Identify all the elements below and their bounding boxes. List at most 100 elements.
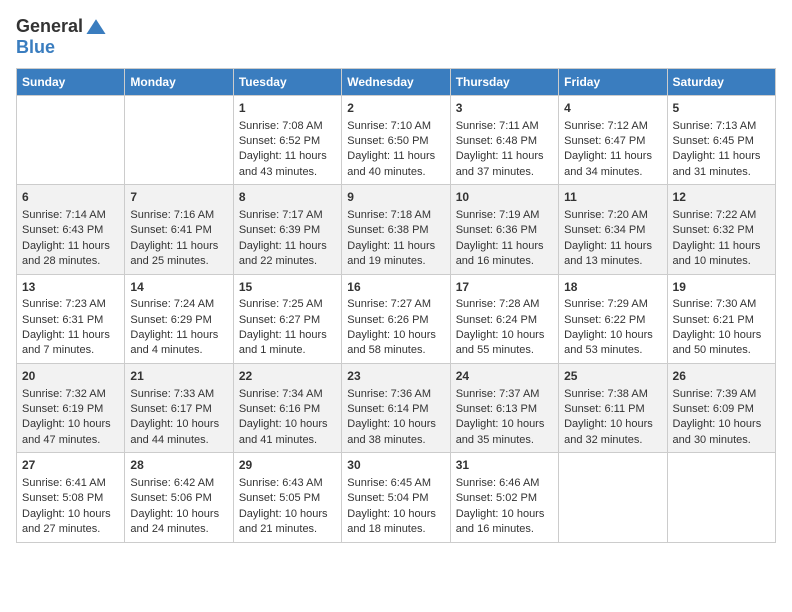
day-info: Sunrise: 7:24 AM	[130, 297, 227, 312]
day-info: Daylight: 10 hours and 55 minutes.	[456, 328, 553, 359]
day-info: Sunrise: 7:27 AM	[347, 297, 444, 312]
day-number: 19	[673, 279, 770, 296]
day-info: Sunset: 6:38 PM	[347, 223, 444, 238]
calendar-cell: 16Sunrise: 7:27 AMSunset: 6:26 PMDayligh…	[342, 274, 450, 363]
day-number: 18	[564, 279, 661, 296]
day-info: Daylight: 11 hours and 22 minutes.	[239, 239, 336, 270]
day-number: 2	[347, 100, 444, 117]
day-info: Sunrise: 7:08 AM	[239, 119, 336, 134]
day-info: Daylight: 11 hours and 31 minutes.	[673, 149, 770, 180]
day-number: 9	[347, 189, 444, 206]
day-info: Daylight: 11 hours and 40 minutes.	[347, 149, 444, 180]
day-info: Sunrise: 7:10 AM	[347, 119, 444, 134]
calendar-cell	[17, 95, 125, 184]
day-info: Sunrise: 7:23 AM	[22, 297, 119, 312]
day-number: 12	[673, 189, 770, 206]
day-info: Sunrise: 7:37 AM	[456, 387, 553, 402]
day-info: Sunset: 6:45 PM	[673, 134, 770, 149]
day-info: Sunrise: 7:17 AM	[239, 208, 336, 223]
calendar-cell: 20Sunrise: 7:32 AMSunset: 6:19 PMDayligh…	[17, 363, 125, 452]
day-header-tuesday: Tuesday	[233, 68, 341, 95]
day-info: Sunset: 6:47 PM	[564, 134, 661, 149]
day-number: 1	[239, 100, 336, 117]
calendar-cell: 25Sunrise: 7:38 AMSunset: 6:11 PMDayligh…	[559, 363, 667, 452]
day-info: Sunrise: 6:42 AM	[130, 476, 227, 491]
day-number: 4	[564, 100, 661, 117]
day-info: Daylight: 10 hours and 16 minutes.	[456, 507, 553, 538]
calendar-cell	[667, 453, 775, 542]
day-info: Daylight: 10 hours and 24 minutes.	[130, 507, 227, 538]
day-info: Sunrise: 7:32 AM	[22, 387, 119, 402]
day-number: 21	[130, 368, 227, 385]
day-number: 6	[22, 189, 119, 206]
calendar-cell: 8Sunrise: 7:17 AMSunset: 6:39 PMDaylight…	[233, 185, 341, 274]
day-info: Daylight: 11 hours and 1 minute.	[239, 328, 336, 359]
day-number: 23	[347, 368, 444, 385]
day-info: Sunrise: 7:38 AM	[564, 387, 661, 402]
calendar-cell: 1Sunrise: 7:08 AMSunset: 6:52 PMDaylight…	[233, 95, 341, 184]
day-info: Sunset: 5:05 PM	[239, 491, 336, 506]
calendar-cell: 6Sunrise: 7:14 AMSunset: 6:43 PMDaylight…	[17, 185, 125, 274]
calendar-cell: 29Sunrise: 6:43 AMSunset: 5:05 PMDayligh…	[233, 453, 341, 542]
logo: GeneralBlue	[16, 16, 107, 58]
calendar-cell: 15Sunrise: 7:25 AMSunset: 6:27 PMDayligh…	[233, 274, 341, 363]
calendar-cell: 13Sunrise: 7:23 AMSunset: 6:31 PMDayligh…	[17, 274, 125, 363]
day-info: Daylight: 10 hours and 38 minutes.	[347, 417, 444, 448]
calendar-cell: 9 Sunrise: 7:18 AMSunset: 6:38 PMDaylight…	[342, 185, 450, 274]
day-info: Daylight: 10 hours and 32 minutes.	[564, 417, 661, 448]
calendar-cell: 10Sunrise: 7:19 AMSunset: 6:36 PMDayligh…	[450, 185, 558, 274]
day-info: Sunset: 6:39 PM	[239, 223, 336, 238]
day-info: Daylight: 10 hours and 58 minutes.	[347, 328, 444, 359]
day-info: Sunset: 6:41 PM	[130, 223, 227, 238]
calendar-cell: 23 Sunrise: 7:36 AMSunset: 6:14 PMDayligh…	[342, 363, 450, 452]
day-info: Sunrise: 7:33 AM	[130, 387, 227, 402]
day-info: Daylight: 11 hours and 10 minutes.	[673, 239, 770, 270]
day-info: Sunrise: 7:14 AM	[22, 208, 119, 223]
day-number: 22	[239, 368, 336, 385]
day-info: Sunset: 5:02 PM	[456, 491, 553, 506]
day-number: 7	[130, 189, 227, 206]
day-info: Sunset: 6:09 PM	[673, 402, 770, 417]
day-info: Daylight: 11 hours and 37 minutes.	[456, 149, 553, 180]
day-info: Daylight: 11 hours and 19 minutes.	[347, 239, 444, 270]
calendar-cell: 4Sunrise: 7:12 AMSunset: 6:47 PMDaylight…	[559, 95, 667, 184]
day-header-monday: Monday	[125, 68, 233, 95]
day-header-wednesday: Wednesday	[342, 68, 450, 95]
day-info: Sunset: 6:27 PM	[239, 313, 336, 328]
day-info: Sunrise: 7:36 AM	[347, 387, 444, 402]
day-info: Sunrise: 7:34 AM	[239, 387, 336, 402]
calendar-cell: 5Sunrise: 7:13 AMSunset: 6:45 PMDaylight…	[667, 95, 775, 184]
logo-text: GeneralBlue	[16, 16, 107, 58]
day-info: Sunset: 6:43 PM	[22, 223, 119, 238]
day-info: Daylight: 10 hours and 30 minutes.	[673, 417, 770, 448]
day-number: 28	[130, 457, 227, 474]
day-info: Sunrise: 7:39 AM	[673, 387, 770, 402]
calendar-cell: 12Sunrise: 7:22 AMSunset: 6:32 PMDayligh…	[667, 185, 775, 274]
day-info: Sunrise: 7:18 AM	[347, 208, 444, 223]
day-info: Sunset: 6:16 PM	[239, 402, 336, 417]
day-header-saturday: Saturday	[667, 68, 775, 95]
day-number: 3	[456, 100, 553, 117]
day-info: Sunset: 6:14 PM	[347, 402, 444, 417]
calendar-cell: 11Sunrise: 7:20 AMSunset: 6:34 PMDayligh…	[559, 185, 667, 274]
day-info: Sunset: 5:08 PM	[22, 491, 119, 506]
day-info: Sunset: 6:22 PM	[564, 313, 661, 328]
calendar-cell: 3Sunrise: 7:11 AMSunset: 6:48 PMDaylight…	[450, 95, 558, 184]
calendar-cell: 18Sunrise: 7:29 AMSunset: 6:22 PMDayligh…	[559, 274, 667, 363]
day-info: Sunset: 6:36 PM	[456, 223, 553, 238]
day-info: Daylight: 10 hours and 21 minutes.	[239, 507, 336, 538]
day-info: Sunrise: 6:46 AM	[456, 476, 553, 491]
day-info: Sunset: 6:48 PM	[456, 134, 553, 149]
day-number: 26	[673, 368, 770, 385]
day-info: Sunset: 5:04 PM	[347, 491, 444, 506]
day-header-thursday: Thursday	[450, 68, 558, 95]
day-info: Sunset: 6:31 PM	[22, 313, 119, 328]
day-info: Daylight: 10 hours and 41 minutes.	[239, 417, 336, 448]
day-info: Sunset: 6:21 PM	[673, 313, 770, 328]
day-info: Daylight: 11 hours and 43 minutes.	[239, 149, 336, 180]
calendar-cell	[559, 453, 667, 542]
day-info: Daylight: 11 hours and 4 minutes.	[130, 328, 227, 359]
calendar-cell: 26 Sunrise: 7:39 AMSunset: 6:09 PMDayligh…	[667, 363, 775, 452]
day-info: Sunset: 6:29 PM	[130, 313, 227, 328]
calendar-cell: 2Sunrise: 7:10 AMSunset: 6:50 PMDaylight…	[342, 95, 450, 184]
